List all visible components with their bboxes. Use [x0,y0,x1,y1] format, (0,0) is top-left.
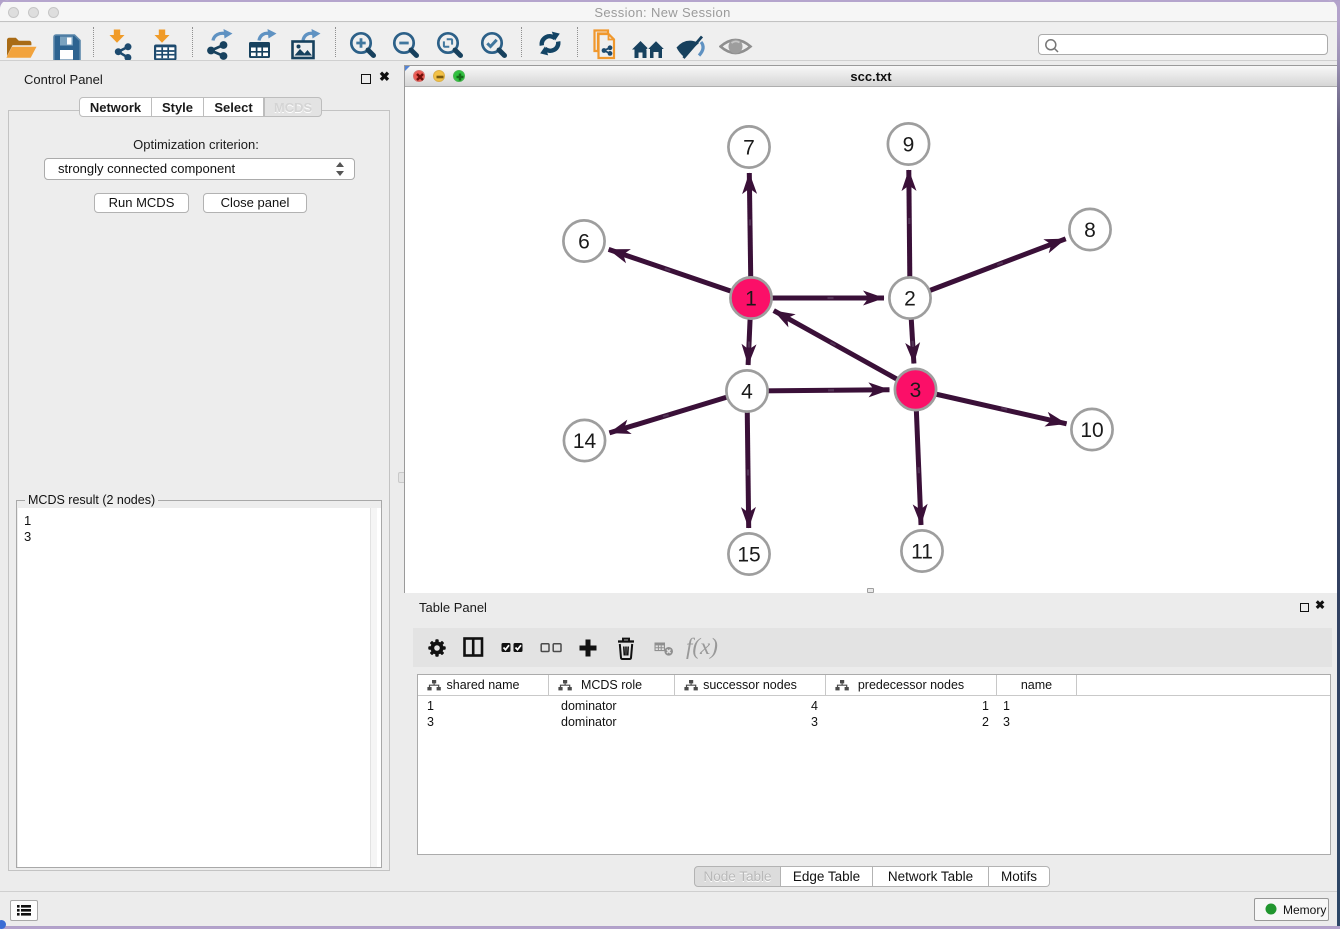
svg-text:4: 4 [741,381,753,404]
svg-text:3: 3 [910,379,922,402]
svg-text:11: 11 [911,541,933,564]
svg-text:14: 14 [573,430,597,453]
svg-text:10: 10 [1080,419,1103,442]
svg-text:6: 6 [578,231,590,254]
svg-text:7: 7 [743,137,755,160]
svg-text:2: 2 [904,288,916,311]
svg-text:9: 9 [903,134,915,157]
svg-text:1: 1 [745,288,757,311]
svg-text:15: 15 [737,544,760,567]
svg-text:8: 8 [1084,219,1096,242]
